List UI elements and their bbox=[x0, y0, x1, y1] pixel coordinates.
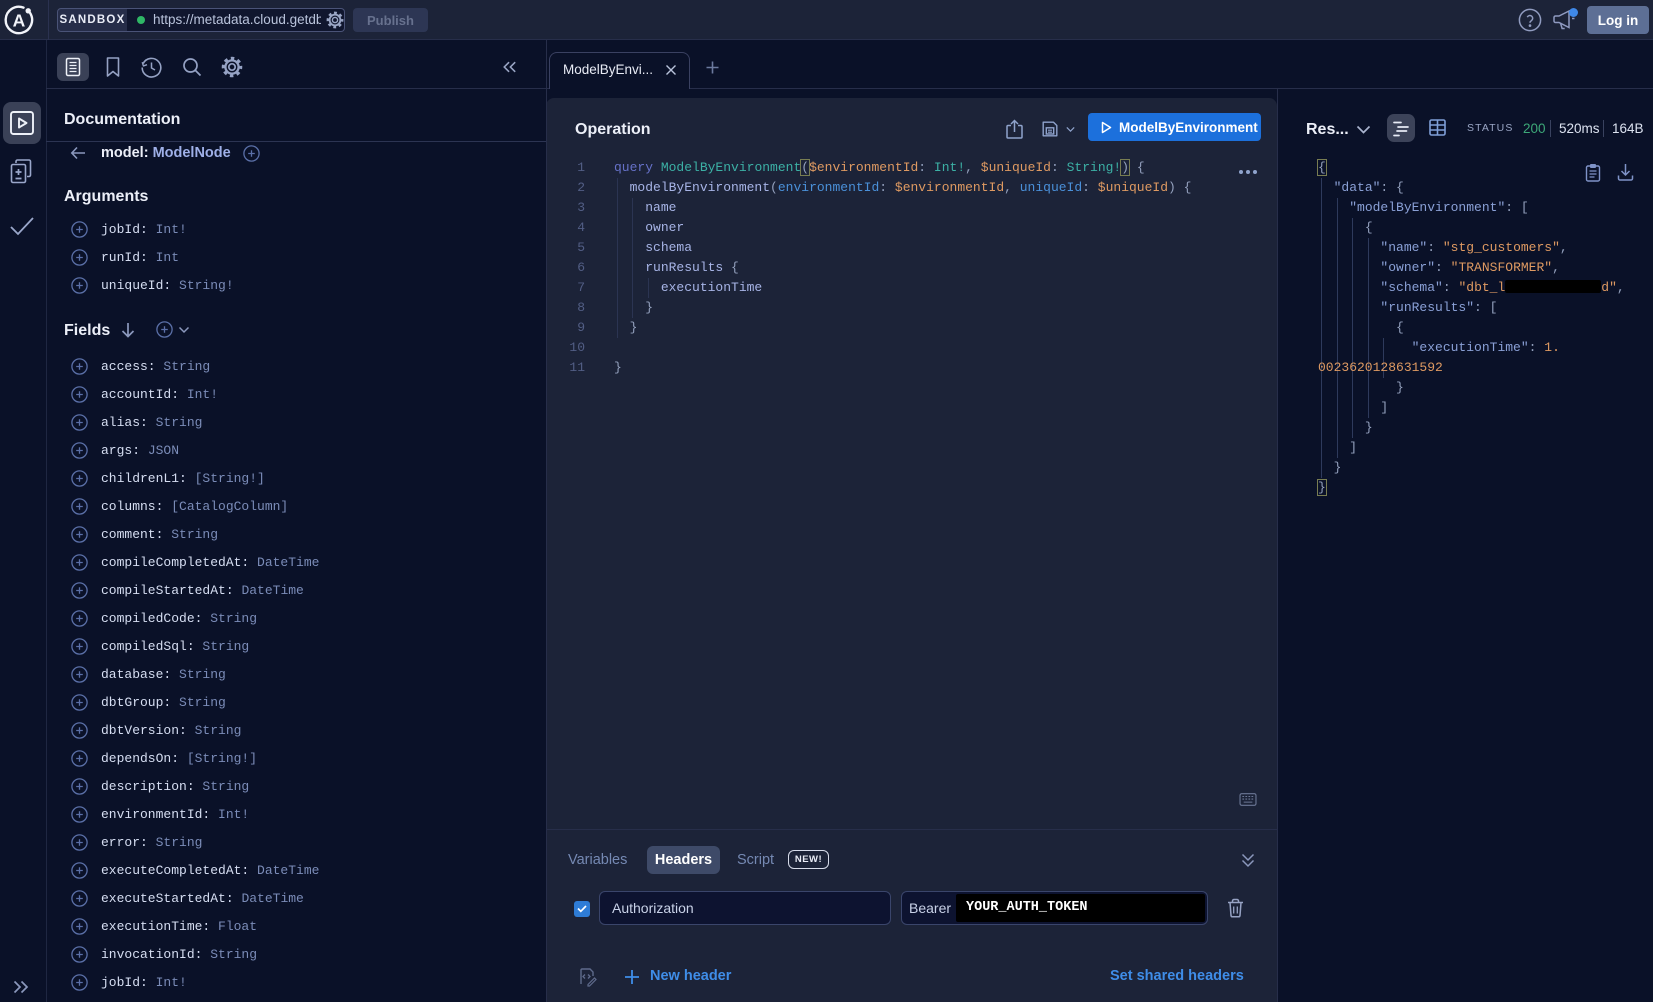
svg-text:A: A bbox=[13, 11, 26, 31]
